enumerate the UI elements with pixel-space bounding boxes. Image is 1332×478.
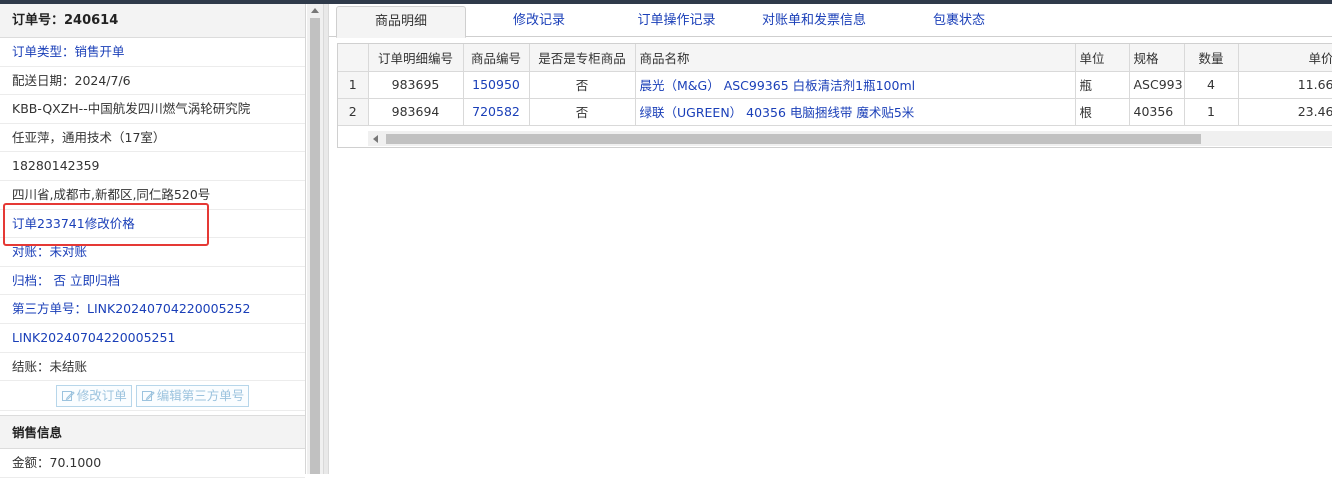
scroll-up-icon[interactable] <box>311 8 319 13</box>
product-table: 订单明细编号 商品编号 是否是专柜商品 商品名称 单位 规格 数量 单价 1 9… <box>338 44 1332 126</box>
order-number-title: 订单号：240614 <box>0 4 305 38</box>
detail-tabs: 商品明细 修改记录 订单操作记录 对账单和发票信息 包裹状态 <box>329 4 1332 38</box>
order-type-link[interactable]: 订单类型：销售开单 <box>0 38 305 67</box>
table-horizontal-scrollbar[interactable] <box>368 131 1332 146</box>
column-header <box>338 44 369 72</box>
unit-price-cell: 23.46 <box>1238 98 1332 126</box>
table-header-row: 订单明细编号 商品编号 是否是专柜商品 商品名称 单位 规格 数量 单价 <box>338 44 1332 72</box>
column-header[interactable]: 单价 <box>1238 44 1332 72</box>
quantity-cell: 4 <box>1184 71 1239 99</box>
highlight-box <box>3 203 209 246</box>
scrollbar-thumb[interactable] <box>310 18 320 474</box>
edit-icon <box>141 390 155 401</box>
customer-name: KBB-QXZH--中国航发四川燃气涡轮研究院 <box>0 95 305 124</box>
unit-cell: 根 <box>1075 98 1130 126</box>
left-panel-scrollbar[interactable] <box>307 4 323 474</box>
archive-status-link[interactable]: 归档： 否 立即归档 <box>0 267 305 296</box>
column-header[interactable]: 商品名称 <box>635 44 1076 72</box>
column-header[interactable]: 规格 <box>1129 44 1185 72</box>
row-number: 2 <box>338 98 369 126</box>
detail-id-cell: 983694 <box>368 98 464 126</box>
third-party-number-link[interactable]: 第三方单号：LINK20240704220005252 <box>0 295 305 324</box>
table-row[interactable]: 2 983694 720582 否 绿联（UGREEN） 40356 电脑捆线带… <box>338 98 1332 126</box>
column-header[interactable]: 是否是专柜商品 <box>529 44 636 72</box>
tab-package-status[interactable]: 包裹状态 <box>899 6 1019 37</box>
column-header[interactable]: 商品编号 <box>463 44 530 72</box>
horizontal-scrollbar-thumb[interactable] <box>386 134 1201 144</box>
product-name-link[interactable]: 绿联（UGREEN） 40356 电脑捆线带 魔术贴5米 <box>635 98 1076 126</box>
product-grid: 订单明细编号 商品编号 是否是专柜商品 商品名称 单位 规格 数量 单价 1 9… <box>337 43 1332 148</box>
counter-product-cell: 否 <box>529 98 636 126</box>
delivery-date: 配送日期：2024/7/6 <box>0 67 305 96</box>
quantity-cell: 1 <box>1184 98 1239 126</box>
column-header[interactable]: 单位 <box>1075 44 1130 72</box>
scroll-left-icon[interactable] <box>373 135 378 143</box>
table-row[interactable]: 1 983695 150950 否 晨光（M&G） ASC99365 白板清洁剂… <box>338 71 1332 99</box>
spec-cell: 40356 <box>1129 98 1185 126</box>
row-number: 1 <box>338 71 369 99</box>
order-detail-panel: 商品明细 修改记录 订单操作记录 对账单和发票信息 包裹状态 订单明细编号 商品… <box>329 4 1332 474</box>
column-header[interactable]: 订单明细编号 <box>368 44 464 72</box>
tab-product-details[interactable]: 商品明细 <box>336 6 466 38</box>
sales-amount: 金额：70.1000 <box>0 449 305 478</box>
product-name-link[interactable]: 晨光（M&G） ASC99365 白板清洁剂1瓶100ml <box>635 71 1076 99</box>
contact-phone: 18280142359 <box>0 152 305 181</box>
column-header[interactable]: 数量 <box>1184 44 1239 72</box>
edit-order-label: 修改订单 <box>76 387 127 403</box>
unit-price-cell: 11.66 <box>1238 71 1332 99</box>
product-id-link[interactable]: 720582 <box>463 98 530 126</box>
spec-cell: ASC993 <box>1129 71 1185 99</box>
contact-person: 任亚萍，通用技术（17室） <box>0 124 305 153</box>
edit-order-button[interactable]: 修改订单 <box>55 384 132 407</box>
tab-reconciliation-invoice[interactable]: 对账单和发票信息 <box>744 6 884 37</box>
product-id-link[interactable]: 150950 <box>463 71 530 99</box>
detail-id-cell: 983695 <box>368 71 464 99</box>
edit-icon <box>61 390 75 401</box>
edit-third-party-label: 编辑第三方单号 <box>156 387 245 403</box>
unit-cell: 瓶 <box>1075 71 1130 99</box>
third-party-number-link-2[interactable]: LINK20240704220005251 <box>0 324 305 353</box>
sales-info-title: 销售信息 <box>0 415 305 450</box>
counter-product-cell: 否 <box>529 71 636 99</box>
edit-third-party-button[interactable]: 编辑第三方单号 <box>135 384 250 407</box>
order-action-buttons: 修改订单 编辑第三方单号 <box>0 381 305 412</box>
tab-modify-records[interactable]: 修改记录 <box>479 6 599 37</box>
tab-order-operation-records[interactable]: 订单操作记录 <box>614 6 739 37</box>
settlement-status: 结账：未结账 <box>0 353 305 382</box>
